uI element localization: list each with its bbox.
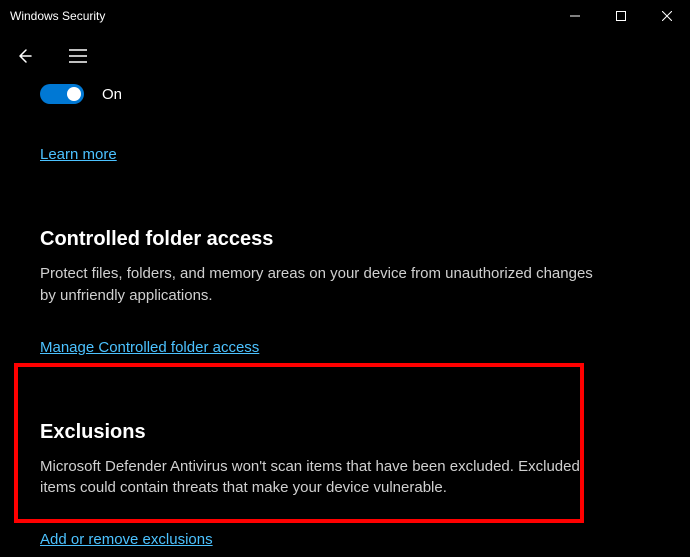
learn-more-link[interactable]: Learn more xyxy=(40,146,117,163)
protection-toggle[interactable] xyxy=(40,84,84,104)
maximize-icon xyxy=(616,11,626,21)
protection-toggle-row: On xyxy=(40,84,650,104)
toggle-knob xyxy=(67,87,81,101)
add-remove-exclusions-link[interactable]: Add or remove exclusions xyxy=(40,531,213,548)
minimize-button[interactable] xyxy=(552,0,598,32)
menu-button[interactable] xyxy=(66,44,90,68)
hamburger-icon xyxy=(69,49,87,63)
manage-cfa-link[interactable]: Manage Controlled folder access xyxy=(40,339,259,356)
exclusions-heading: Exclusions xyxy=(40,421,650,444)
exclusions-section: Exclusions Microsoft Defender Antivirus … xyxy=(40,421,650,550)
back-button[interactable] xyxy=(12,44,36,68)
maximize-button[interactable] xyxy=(598,0,644,32)
main-content: On Learn more Controlled folder access P… xyxy=(0,80,690,549)
close-button[interactable] xyxy=(644,0,690,32)
cfa-heading: Controlled folder access xyxy=(40,228,650,251)
minimize-icon xyxy=(570,11,580,21)
window-title: Windows Security xyxy=(10,9,105,23)
nav-toolbar xyxy=(0,32,690,80)
toggle-state-label: On xyxy=(102,86,122,103)
close-icon xyxy=(662,11,672,21)
back-arrow-icon xyxy=(15,47,33,65)
controlled-folder-access-section: Controlled folder access Protect files, … xyxy=(40,228,650,357)
exclusions-description: Microsoft Defender Antivirus won't scan … xyxy=(40,456,600,500)
window-titlebar: Windows Security xyxy=(0,0,690,32)
cfa-description: Protect files, folders, and memory areas… xyxy=(40,263,600,307)
window-controls xyxy=(552,0,690,32)
